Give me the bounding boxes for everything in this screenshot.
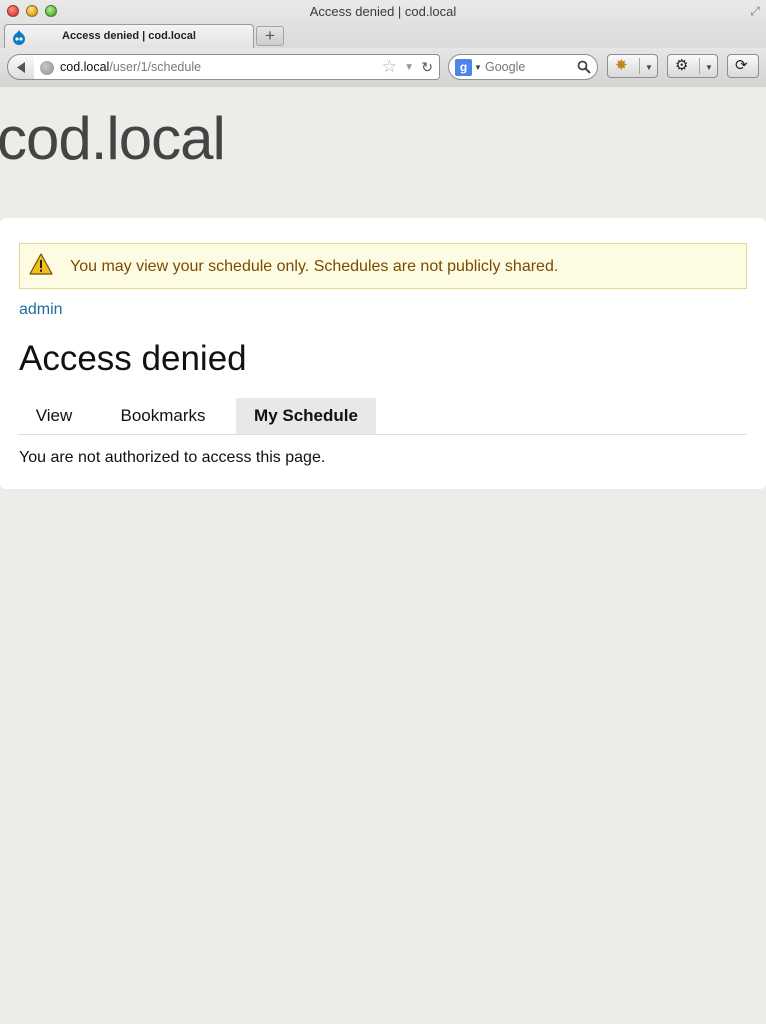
history-dropdown-icon[interactable]: ▼ bbox=[404, 62, 414, 73]
fullscreen-icon[interactable]: ⤢ bbox=[748, 4, 762, 18]
user-profile-link[interactable]: admin bbox=[19, 301, 63, 319]
warning-message: You may view your schedule only. Schedul… bbox=[19, 243, 747, 289]
back-arrow-icon bbox=[17, 62, 25, 73]
url-host: cod.local bbox=[60, 60, 110, 74]
settings-dropdown-icon[interactable]: ▼ bbox=[705, 63, 713, 72]
navigation-toolbar: cod.local/user/1/schedule ☆ ▼ ↻ g ▼ Goog… bbox=[0, 48, 766, 87]
settings-button[interactable]: ⚙ ▼ bbox=[667, 54, 718, 78]
browser-chrome: Access denied | cod.local ⤢ Access denie… bbox=[0, 0, 766, 87]
warning-text: You may view your schedule only. Schedul… bbox=[70, 258, 559, 275]
back-button[interactable] bbox=[7, 54, 35, 80]
local-tasks-tabs: View Bookmarks My Schedule bbox=[18, 398, 747, 435]
main-content: You may view your schedule only. Schedul… bbox=[0, 218, 766, 489]
search-placeholder: Google bbox=[485, 60, 526, 74]
new-tab-button[interactable]: + bbox=[256, 26, 284, 46]
window-title: Access denied | cod.local bbox=[309, 4, 457, 19]
search-icon[interactable] bbox=[577, 60, 591, 74]
search-bar[interactable]: g ▼ Google bbox=[448, 54, 598, 80]
tab-bookmarks[interactable]: Bookmarks bbox=[102, 398, 224, 434]
bookmark-star-icon[interactable]: ☆ bbox=[382, 58, 397, 76]
tab-view[interactable]: View bbox=[18, 398, 90, 434]
access-denied-message: You are not authorized to access this pa… bbox=[19, 449, 326, 466]
gear-icon: ⚙ bbox=[675, 57, 689, 74]
firebug-icon: ✸ bbox=[615, 57, 628, 74]
engine-dropdown-icon[interactable]: ▼ bbox=[474, 63, 482, 72]
site-name[interactable]: cod.local bbox=[0, 104, 226, 174]
warning-icon bbox=[29, 253, 53, 275]
url-path: /user/1/schedule bbox=[109, 60, 202, 74]
google-engine-icon[interactable]: g bbox=[455, 59, 472, 76]
title-bar: Access denied | cod.local ⤢ bbox=[0, 0, 766, 22]
page-title: Access denied bbox=[19, 339, 247, 378]
firebug-button[interactable]: ✸ ▼ bbox=[607, 54, 658, 78]
sync-icon: ⟳ bbox=[735, 57, 748, 74]
tab-strip: Access denied | cod.local + bbox=[0, 22, 766, 48]
address-bar[interactable]: cod.local/user/1/schedule ☆ ▼ ↻ bbox=[34, 54, 440, 80]
sync-button[interactable]: ⟳ bbox=[727, 54, 759, 78]
browser-tab[interactable]: Access denied | cod.local bbox=[4, 24, 254, 48]
tab-my-schedule[interactable]: My Schedule bbox=[236, 398, 376, 434]
url-text[interactable]: cod.local/user/1/schedule bbox=[60, 60, 201, 74]
reload-icon[interactable]: ↻ bbox=[421, 59, 433, 76]
firebug-dropdown-icon[interactable]: ▼ bbox=[645, 63, 653, 72]
globe-icon bbox=[40, 61, 54, 75]
tab-title: Access denied | cod.local bbox=[62, 30, 196, 42]
